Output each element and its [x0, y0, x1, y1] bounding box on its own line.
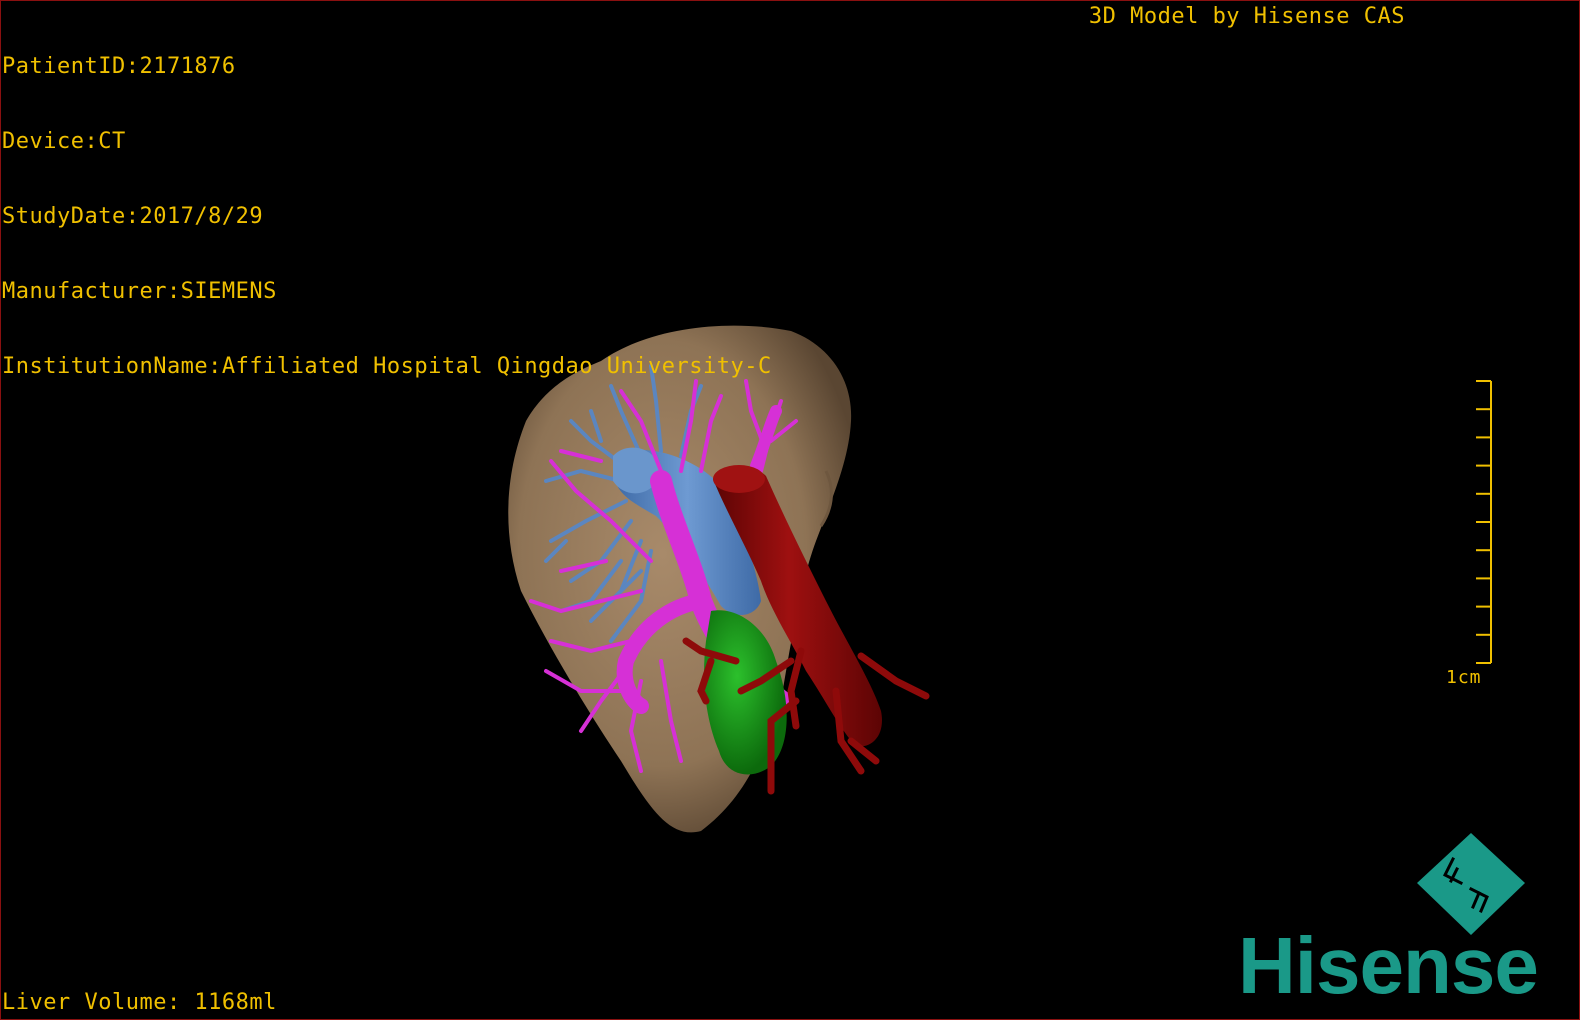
scale-label: 1cm: [1446, 667, 1482, 688]
study-date: StudyDate:2017/8/29: [2, 204, 264, 229]
patient-id: PatientID:2171876: [2, 54, 236, 79]
3d-viewport[interactable]: PatientID:2171876 Device:CT StudyDate:20…: [0, 0, 1580, 1020]
scale-bar: [1476, 380, 1492, 664]
model-brand-title: 3D Model by Hisense CAS: [1088, 4, 1405, 29]
device: Device:CT: [2, 129, 126, 154]
liver-volume: Liver Volume: 1168ml: [2, 990, 277, 1015]
study-info: PatientID:2171876 Device:CT StudyDate:20…: [2, 4, 772, 429]
institution-name: InstitutionName:Affiliated Hospital Qing…: [2, 354, 772, 379]
manufacturer: Manufacturer:SIEMENS: [2, 279, 277, 304]
hisense-logo-text: Hisense: [1238, 921, 1539, 1010]
artery-top-cap: [713, 465, 765, 493]
